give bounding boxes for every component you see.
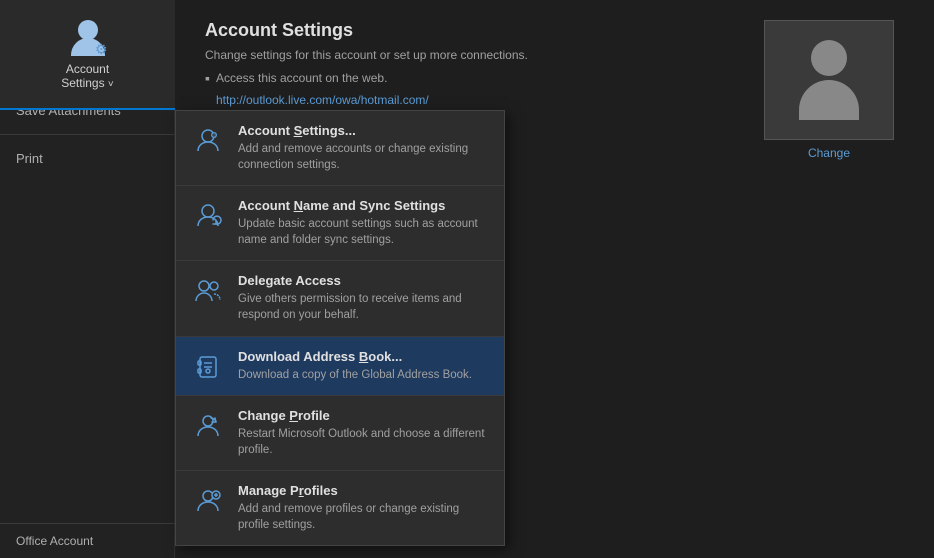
office-account-link[interactable]: Office Account bbox=[0, 523, 175, 558]
dropdown-item-desc: Add and remove accounts or change existi… bbox=[238, 141, 488, 173]
web-link[interactable]: http://outlook.live.com/owa/hotmail.com/ bbox=[216, 93, 429, 107]
dropdown-item-desc: Add and remove profiles or change existi… bbox=[238, 501, 488, 533]
avatar-box bbox=[764, 20, 894, 140]
change-profile-svg bbox=[194, 412, 222, 440]
header-link-row: ▪ Access this account on the web. bbox=[205, 70, 528, 86]
sync-settings-text: Account Name and Sync Settings Update ba… bbox=[238, 198, 488, 248]
manage-profiles-svg bbox=[194, 487, 222, 515]
sync-settings-icon bbox=[192, 200, 224, 232]
avatar-change-link[interactable]: Change bbox=[808, 146, 850, 160]
access-text: Access this account on the web. bbox=[216, 71, 387, 85]
dropdown-item-desc: Download a copy of the Global Address Bo… bbox=[238, 367, 488, 383]
address-book-text: Download Address Book... Download a copy… bbox=[238, 349, 488, 383]
manage-profiles-icon bbox=[192, 485, 224, 517]
account-button-label: Account Settings ˅ bbox=[61, 62, 114, 90]
dropdown-item-delegate[interactable]: Delegate Access Give others permission t… bbox=[176, 261, 504, 336]
dropdown-item-title: Account Settings... bbox=[238, 123, 488, 138]
account-settings-icon bbox=[192, 125, 224, 157]
person-head-icon bbox=[78, 20, 98, 40]
delegate-text: Delegate Access Give others permission t… bbox=[238, 273, 488, 323]
dropdown-item-sync-settings[interactable]: Account Name and Sync Settings Update ba… bbox=[176, 186, 504, 261]
address-book-svg bbox=[194, 353, 222, 381]
avatar-head bbox=[811, 40, 847, 76]
dropdown-item-change-profile[interactable]: Change Profile Restart Microsoft Outlook… bbox=[176, 396, 504, 471]
delegate-icon bbox=[192, 275, 224, 307]
delegate-svg bbox=[194, 277, 222, 305]
dropdown-item-desc: Restart Microsoft Outlook and choose a d… bbox=[238, 426, 488, 458]
dropdown-item-address-book[interactable]: Download Address Book... Download a copy… bbox=[176, 337, 504, 396]
change-profile-icon bbox=[192, 410, 224, 442]
manage-profiles-text: Manage Profiles Add and remove profiles … bbox=[238, 483, 488, 533]
avatar-body bbox=[799, 80, 859, 120]
dropdown-item-title: Change Profile bbox=[238, 408, 488, 423]
dropdown-item-account-settings[interactable]: Account Settings... Add and remove accou… bbox=[176, 111, 504, 186]
dropdown-item-desc: Give others permission to receive items … bbox=[238, 291, 488, 323]
account-settings-button[interactable]: ⚙ Account Settings ˅ bbox=[0, 0, 175, 110]
header-description: Change settings for this account or set … bbox=[205, 47, 528, 64]
address-book-icon bbox=[192, 351, 224, 383]
sidebar-item-print[interactable]: Print bbox=[0, 141, 174, 176]
page-title: Account Settings bbox=[205, 20, 528, 41]
account-settings-svg bbox=[194, 127, 222, 155]
dropdown-item-manage-profiles[interactable]: Manage Profiles Add and remove profiles … bbox=[176, 471, 504, 545]
account-settings-dropdown: Account Settings... Add and remove accou… bbox=[175, 110, 505, 546]
dropdown-item-title: Manage Profiles bbox=[238, 483, 488, 498]
web-link-row: ▪ http://outlook.live.com/owa/hotmail.co… bbox=[205, 92, 528, 108]
account-icon: ⚙ bbox=[68, 18, 108, 58]
dropdown-item-title: Account Name and Sync Settings bbox=[238, 198, 488, 213]
avatar-person bbox=[794, 40, 864, 120]
dropdown-item-title: Delegate Access bbox=[238, 273, 488, 288]
dropdown-arrow-icon: ˅ bbox=[108, 79, 114, 90]
dropdown-item-title: Download Address Book... bbox=[238, 349, 488, 364]
avatar-area: Change bbox=[764, 20, 894, 160]
dropdown-item-desc: Update basic account settings such as ac… bbox=[238, 216, 488, 248]
change-profile-text: Change Profile Restart Microsoft Outlook… bbox=[238, 408, 488, 458]
gear-icon: ⚙ bbox=[95, 41, 108, 58]
sync-settings-svg bbox=[194, 202, 222, 230]
account-settings-text: Account Settings... Add and remove accou… bbox=[238, 123, 488, 173]
